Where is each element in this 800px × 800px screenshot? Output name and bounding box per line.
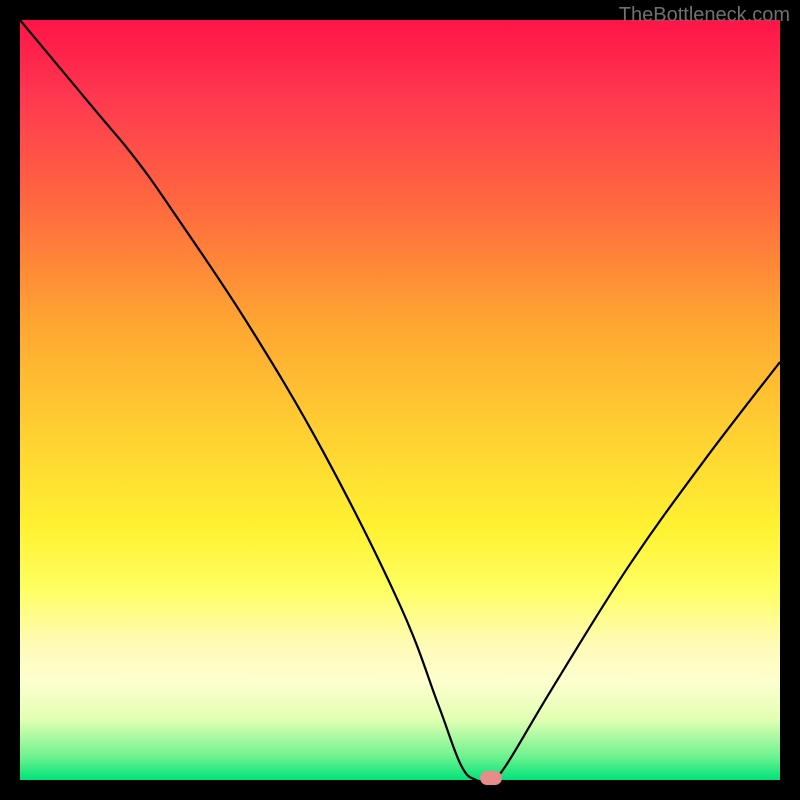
optimum-marker [480, 771, 502, 785]
plot-area [20, 20, 780, 780]
chart-container: TheBottleneck.com [0, 0, 800, 800]
watermark-text: TheBottleneck.com [619, 4, 790, 27]
bottleneck-curve [20, 20, 780, 780]
